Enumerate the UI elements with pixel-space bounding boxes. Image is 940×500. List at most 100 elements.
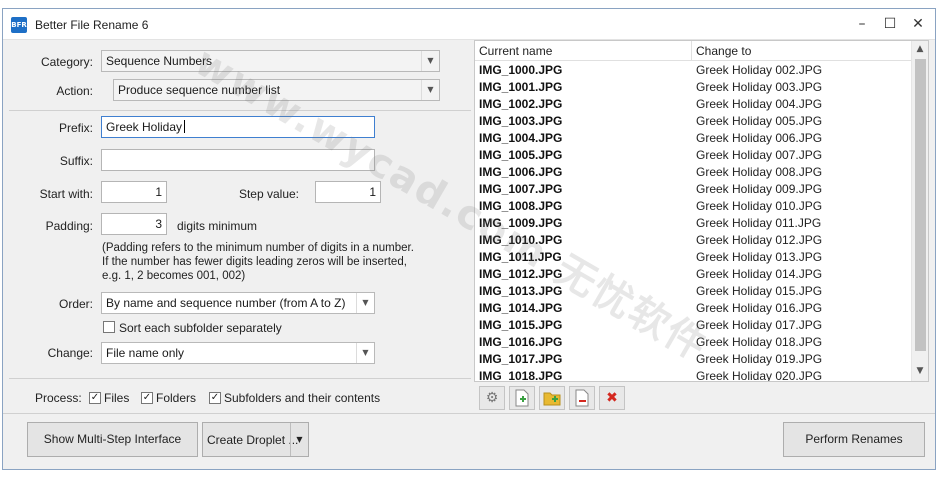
scrollbar-thumb[interactable] (915, 59, 926, 351)
padding-input[interactable]: 3 (101, 213, 167, 235)
chevron-down-icon[interactable]: ▼ (290, 423, 308, 456)
table-row[interactable]: IMG_1007.JPG Greek Holiday 009.JPG (475, 181, 912, 198)
table-row[interactable]: IMG_1013.JPG Greek Holiday 015.JPG (475, 283, 912, 300)
chevron-down-icon: ▼ (356, 343, 374, 363)
change-to-cell: Greek Holiday 009.JPG (696, 182, 823, 196)
scrollbar[interactable]: ▲ ▼ (911, 41, 928, 381)
show-multi-step-button[interactable]: Show Multi-Step Interface (27, 422, 198, 457)
table-row[interactable]: IMG_1011.JPG Greek Holiday 013.JPG (475, 249, 912, 266)
current-name-cell: IMG_1006.JPG (479, 165, 563, 179)
file-list[interactable]: Current name Change to IMG_1000.JPG Greek… (474, 40, 929, 382)
close-button[interactable]: ✕ (904, 13, 932, 35)
change-to-cell: Greek Holiday 014.JPG (696, 267, 823, 281)
list-header: Current name Change to (475, 41, 912, 61)
table-row[interactable]: IMG_1006.JPG Greek Holiday 008.JPG (475, 164, 912, 181)
start-label: Start with: (39, 187, 93, 201)
change-to-cell: Greek Holiday 003.JPG (696, 80, 823, 94)
table-row[interactable]: IMG_1014.JPG Greek Holiday 016.JPG (475, 300, 912, 317)
order-value: By name and sequence number (from A to Z… (106, 296, 346, 310)
step-label: Step value: (238, 187, 299, 201)
create-droplet-label: Create Droplet ... (207, 433, 299, 447)
change-dropdown[interactable]: File name only ▼ (101, 342, 375, 364)
table-row[interactable]: IMG_1000.JPG Greek Holiday 002.JPG (475, 62, 912, 79)
action-value: Produce sequence number list (118, 83, 281, 97)
table-row[interactable]: IMG_1018.JPG Greek Holiday 020.JPG (475, 368, 912, 382)
change-to-cell: Greek Holiday 005.JPG (696, 114, 823, 128)
current-name-cell: IMG_1004.JPG (479, 131, 563, 145)
padding-note-line-3: e.g. 1, 2 becomes 001, 002) (102, 270, 246, 282)
change-to-cell: Greek Holiday 013.JPG (696, 250, 823, 264)
change-to-cell: Greek Holiday 020.JPG (696, 369, 823, 382)
prefix-value: Greek Holiday (106, 120, 183, 134)
suffix-label: Suffix: (59, 154, 93, 168)
change-to-cell: Greek Holiday 018.JPG (696, 335, 823, 349)
change-to-cell: Greek Holiday 002.JPG (696, 63, 823, 77)
column-header-change[interactable]: Change to (692, 41, 912, 61)
current-name-cell: IMG_1012.JPG (479, 267, 563, 281)
table-row[interactable]: IMG_1001.JPG Greek Holiday 003.JPG (475, 79, 912, 96)
action-dropdown[interactable]: Produce sequence number list ▼ (113, 79, 440, 101)
scroll-down-icon[interactable]: ▼ (912, 363, 928, 380)
add-folder-icon[interactable] (539, 386, 565, 410)
create-droplet-button[interactable]: Create Droplet ... ▼ (202, 422, 309, 457)
current-name-cell: IMG_1002.JPG (479, 97, 563, 111)
start-input[interactable]: 1 (101, 181, 167, 203)
divider (9, 378, 471, 379)
clear-all-icon[interactable]: ✖ (599, 386, 625, 410)
prefix-input[interactable]: Greek Holiday (101, 116, 375, 138)
table-row[interactable]: IMG_1003.JPG Greek Holiday 005.JPG (475, 113, 912, 130)
scroll-up-icon[interactable]: ▲ (912, 41, 928, 58)
sort-subfolder-checkbox[interactable] (103, 321, 115, 333)
chevron-down-icon: ▼ (421, 80, 439, 100)
action-label: Action: (56, 84, 93, 98)
change-to-cell: Greek Holiday 016.JPG (696, 301, 823, 315)
change-to-cell: Greek Holiday 010.JPG (696, 199, 823, 213)
padding-note-line-1: (Padding refers to the minimum number of… (102, 242, 414, 254)
folders-label: Folders (156, 391, 197, 405)
table-row[interactable]: IMG_1005.JPG Greek Holiday 007.JPG (475, 147, 912, 164)
subfolders-label: Subfolders and their contents (224, 391, 381, 405)
current-name-cell: IMG_1014.JPG (479, 301, 563, 315)
divider (3, 413, 935, 414)
change-to-cell: Greek Holiday 019.JPG (696, 352, 823, 366)
change-to-cell: Greek Holiday 004.JPG (696, 97, 823, 111)
category-value: Sequence Numbers (106, 54, 213, 68)
current-name-cell: IMG_1015.JPG (479, 318, 563, 332)
step-input[interactable]: 1 (315, 181, 381, 203)
folders-checkbox[interactable]: ✓ (141, 392, 153, 404)
table-row[interactable]: IMG_1004.JPG Greek Holiday 006.JPG (475, 130, 912, 147)
table-row[interactable]: IMG_1012.JPG Greek Holiday 014.JPG (475, 266, 912, 283)
perform-renames-button[interactable]: Perform Renames (783, 422, 925, 457)
padding-note-line-2: If the number has fewer digits leading z… (102, 256, 407, 268)
remove-icon[interactable] (569, 386, 595, 410)
table-row[interactable]: IMG_1016.JPG Greek Holiday 018.JPG (475, 334, 912, 351)
current-name-cell: IMG_1000.JPG (479, 63, 563, 77)
files-checkbox[interactable]: ✓ (89, 392, 101, 404)
add-file-icon[interactable] (509, 386, 535, 410)
change-to-cell: Greek Holiday 008.JPG (696, 165, 823, 179)
maximize-button[interactable]: ☐ (876, 13, 904, 35)
current-name-cell: IMG_1011.JPG (479, 250, 562, 264)
table-row[interactable]: IMG_1017.JPG Greek Holiday 019.JPG (475, 351, 912, 368)
minimize-button[interactable]: – (848, 13, 876, 35)
table-row[interactable]: IMG_1010.JPG Greek Holiday 012.JPG (475, 232, 912, 249)
table-row[interactable]: IMG_1009.JPG Greek Holiday 011.JPG (475, 215, 912, 232)
current-name-cell: IMG_1005.JPG (479, 148, 563, 162)
current-name-cell: IMG_1009.JPG (479, 216, 563, 230)
files-label: Files (104, 391, 130, 405)
table-row[interactable]: IMG_1002.JPG Greek Holiday 004.JPG (475, 96, 912, 113)
change-to-cell: Greek Holiday 006.JPG (696, 131, 823, 145)
padding-label: Padding: (45, 219, 93, 233)
current-name-cell: IMG_1003.JPG (479, 114, 563, 128)
current-name-cell: IMG_1008.JPG (479, 199, 563, 213)
subfolders-checkbox[interactable]: ✓ (209, 392, 221, 404)
gear-icon[interactable]: ⚙ (479, 386, 505, 410)
suffix-input[interactable] (101, 149, 375, 171)
column-header-current[interactable]: Current name (475, 41, 692, 61)
table-row[interactable]: IMG_1015.JPG Greek Holiday 017.JPG (475, 317, 912, 334)
table-row[interactable]: IMG_1008.JPG Greek Holiday 010.JPG (475, 198, 912, 215)
category-label: Category: (40, 55, 93, 69)
divider (9, 110, 471, 111)
order-dropdown[interactable]: By name and sequence number (from A to Z… (101, 292, 375, 314)
category-dropdown[interactable]: Sequence Numbers ▼ (101, 50, 440, 72)
